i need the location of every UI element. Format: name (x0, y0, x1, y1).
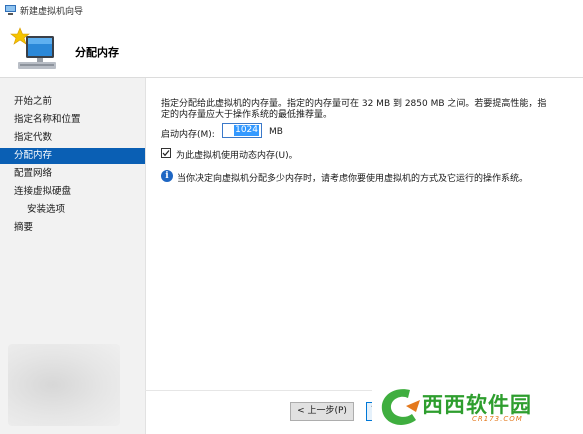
description-line-2: 定的内存量应大于操作系统的最低推荐量。 (161, 110, 333, 120)
nav-item-summary[interactable]: 摘要 (0, 220, 145, 236)
title-bar: 新建虚拟机向导 (0, 0, 583, 20)
info-text: 当你决定向虚拟机分配多少内存时，请考虑你要使用虚拟机的方式及它运行的操作系统。 (177, 174, 529, 184)
nav-item-before-you-begin[interactable]: 开始之前 (0, 94, 145, 110)
app-icon (5, 5, 16, 15)
blurred-region (8, 344, 120, 426)
dynamic-memory-checkbox[interactable] (161, 148, 171, 158)
watermark: 西西软件园 CR173.COM (372, 380, 583, 434)
watermark-url: CR173.COM (472, 415, 523, 423)
nav-item-generation[interactable]: 指定代数 (0, 130, 145, 146)
window-title: 新建虚拟机向导 (20, 7, 84, 17)
nav-item-configure-network[interactable]: 配置网络 (0, 166, 145, 182)
nav-item-assign-memory[interactable]: 分配内存 (0, 148, 145, 164)
computer-with-star-icon (10, 27, 56, 69)
page-title: 分配内存 (75, 46, 119, 59)
startup-memory-label: 启动内存(M): (161, 130, 215, 140)
nav-item-name-and-location[interactable]: 指定名称和位置 (0, 112, 145, 128)
previous-button[interactable]: < 上一步(P) (290, 402, 354, 421)
watermark-logo-icon (381, 389, 420, 425)
wizard-header: 分配内存 (0, 20, 583, 78)
checkmark-icon (162, 150, 170, 157)
nav-item-installation-options[interactable]: 安装选项 (0, 202, 145, 218)
memory-unit-label: MB (269, 127, 283, 137)
startup-memory-value: 1024 (234, 125, 259, 136)
wizard-step-nav: 开始之前 指定名称和位置 指定代数 分配内存 配置网络 连接虚拟硬盘 安装选项 … (0, 78, 146, 434)
startup-memory-input[interactable]: 1024 (222, 123, 262, 138)
dynamic-memory-label[interactable]: 为此虚拟机使用动态内存(U)。 (176, 148, 298, 161)
info-icon: i (161, 170, 173, 182)
nav-item-connect-virtual-disk[interactable]: 连接虚拟硬盘 (0, 184, 145, 200)
